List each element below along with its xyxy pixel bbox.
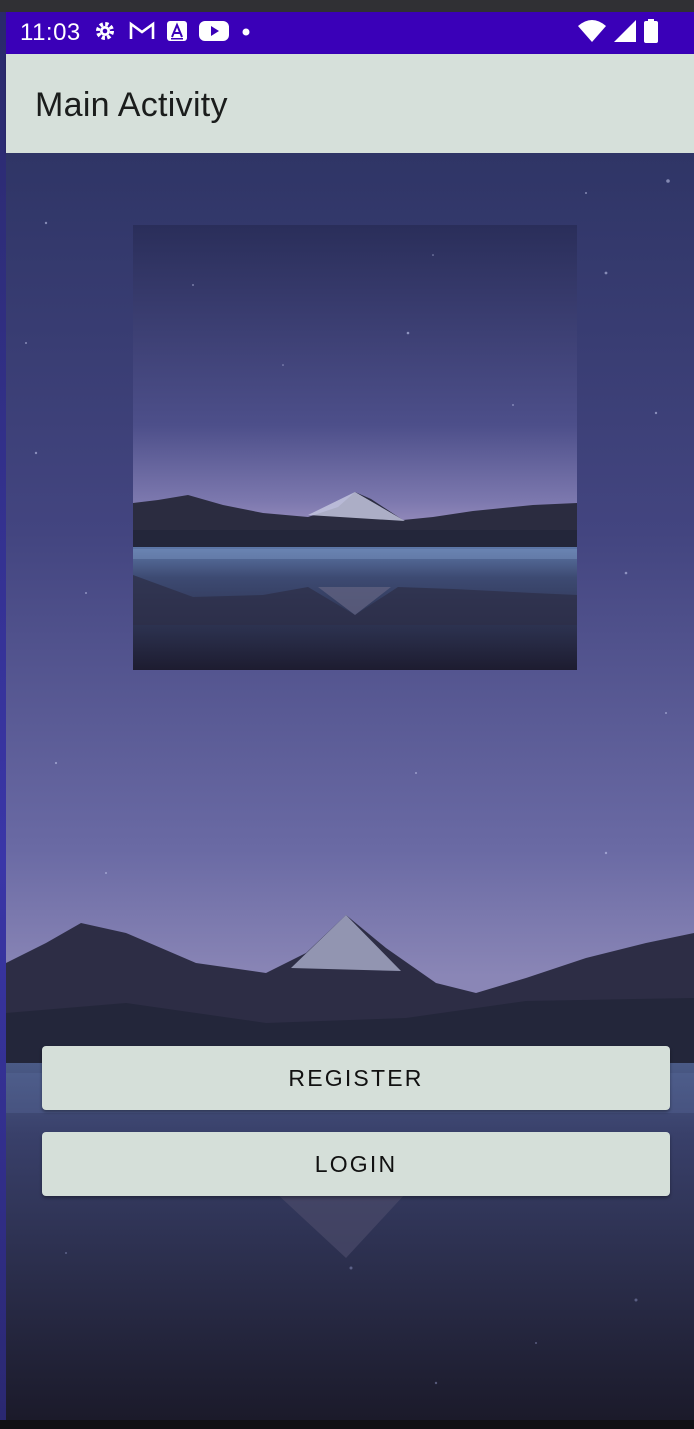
status-bar: 11:03 [6, 12, 694, 54]
window-frame-bottom [0, 1420, 694, 1429]
dot-icon [241, 24, 251, 42]
window-frame-top [0, 0, 694, 12]
landscape-image [133, 225, 577, 670]
app-bar: Main Activity [6, 54, 694, 153]
gmail-icon [129, 20, 155, 46]
main-content: REGISTER LOGIN [6, 153, 694, 1420]
page-title: Main Activity [35, 86, 228, 124]
signal-icon [614, 19, 636, 47]
status-time: 11:03 [20, 19, 81, 46]
settings-icon [93, 19, 117, 48]
register-button[interactable]: REGISTER [42, 1046, 670, 1110]
wifi-icon [578, 19, 606, 47]
battery-icon [644, 18, 658, 48]
youtube-icon [198, 20, 229, 47]
font-app-icon [166, 20, 187, 46]
login-button[interactable]: LOGIN [42, 1132, 670, 1196]
